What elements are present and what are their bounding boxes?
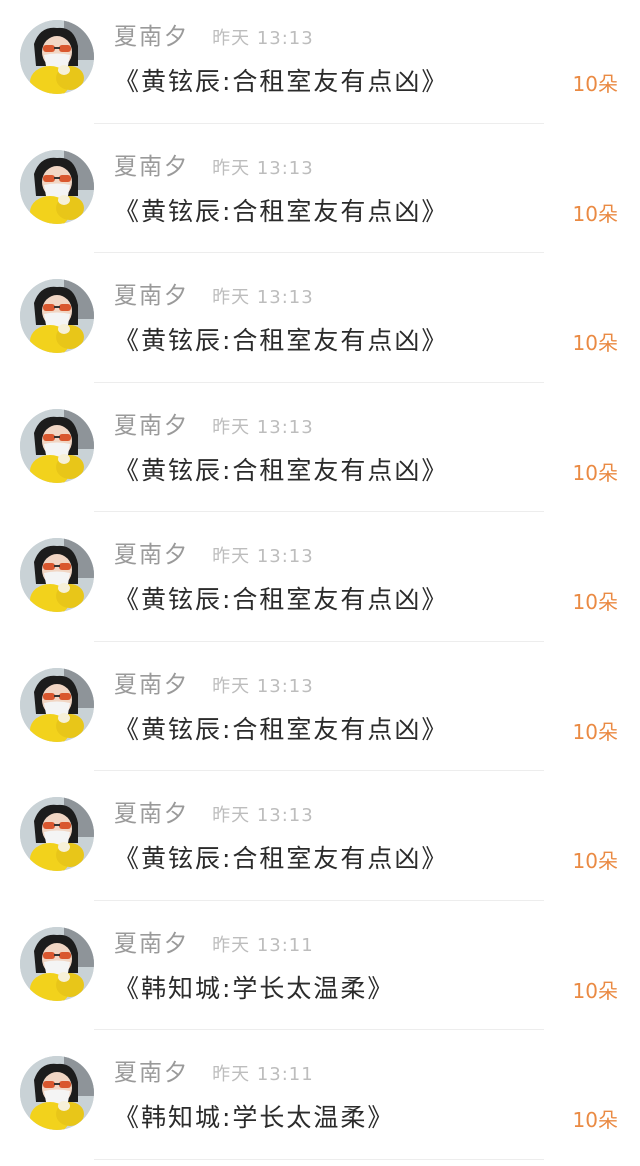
user-avatar-icon — [20, 1056, 94, 1130]
user-avatar-icon — [20, 538, 94, 612]
sender-name[interactable]: 夏南夕 — [114, 154, 189, 180]
user-avatar-icon — [20, 926, 94, 1001]
gift-record-list: 夏南夕 昨天 13:13 《黄铉辰:合租室友有点凶》 10朵 夏南夕 昨天 13… — [0, 0, 640, 1166]
avatar[interactable] — [20, 20, 94, 94]
avatar[interactable] — [20, 538, 94, 612]
flower-count: 10朵 — [572, 72, 618, 96]
flower-count: 10朵 — [572, 719, 618, 744]
divider — [94, 252, 544, 253]
divider — [94, 899, 544, 901]
list-item[interactable]: 夏南夕 昨天 13:11 《韩知城:学长太温柔》 10朵 — [0, 907, 640, 1037]
item-meta: 夏南夕 昨天 13:13 — [114, 281, 314, 311]
sender-name[interactable]: 夏南夕 — [114, 542, 189, 568]
timestamp: 昨天 13:11 — [212, 934, 314, 956]
flower-count: 10朵 — [572, 460, 618, 485]
item-meta: 夏南夕 昨天 13:11 — [114, 929, 314, 959]
flower-count: 10朵 — [572, 1108, 618, 1132]
item-meta: 夏南夕 昨天 13:11 — [114, 1058, 314, 1088]
divider — [94, 122, 544, 124]
sender-name[interactable]: 夏南夕 — [114, 1060, 189, 1086]
item-title[interactable]: 《黄铉辰:合租室友有点凶》 — [114, 841, 448, 877]
flower-count: 10朵 — [572, 590, 618, 614]
timestamp: 昨天 13:13 — [212, 157, 314, 179]
item-title[interactable]: 《黄铉辰:合租室友有点凶》 — [114, 64, 448, 100]
item-title[interactable]: 《黄铉辰:合租室友有点凶》 — [114, 453, 448, 489]
list-item[interactable]: 夏南夕 昨天 13:13 《黄铉辰:合租室友有点凶》 10朵 — [0, 259, 640, 389]
list-item[interactable]: 夏南夕 昨天 13:13 《黄铉辰:合租室友有点凶》 10朵 — [0, 389, 640, 519]
user-avatar-icon — [20, 667, 94, 742]
timestamp: 昨天 13:11 — [212, 1064, 314, 1085]
flower-count: 10朵 — [572, 978, 618, 1003]
sender-name[interactable]: 夏南夕 — [114, 283, 189, 309]
item-title[interactable]: 《黄铉辰:合租室友有点凶》 — [114, 323, 448, 359]
item-title[interactable]: 《黄铉辰:合租室友有点凶》 — [114, 582, 448, 618]
sender-name[interactable]: 夏南夕 — [114, 413, 189, 439]
user-avatar-icon — [20, 408, 94, 483]
item-meta: 夏南夕 昨天 13:13 — [114, 799, 314, 829]
divider — [94, 381, 544, 383]
timestamp: 昨天 13:13 — [212, 675, 314, 697]
user-avatar-icon — [20, 279, 94, 353]
timestamp: 昨天 13:13 — [212, 546, 314, 567]
sender-name[interactable]: 夏南夕 — [114, 801, 189, 827]
item-title[interactable]: 《黄铉辰:合租室友有点凶》 — [114, 194, 448, 230]
list-item[interactable]: 夏南夕 昨天 13:13 《黄铉辰:合租室友有点凶》 10朵 — [0, 130, 640, 260]
timestamp: 昨天 13:13 — [212, 416, 314, 438]
divider — [94, 511, 544, 512]
list-item[interactable]: 夏南夕 昨天 13:13 《黄铉辰:合租室友有点凶》 10朵 — [0, 0, 640, 130]
item-meta: 夏南夕 昨天 13:13 — [114, 540, 314, 570]
flower-count: 10朵 — [572, 331, 618, 355]
user-avatar-icon — [20, 149, 94, 224]
timestamp: 昨天 13:13 — [212, 28, 314, 49]
sender-name[interactable]: 夏南夕 — [114, 672, 189, 698]
divider — [94, 640, 544, 642]
flower-count: 10朵 — [572, 849, 618, 873]
item-title[interactable]: 《黄铉辰:合租室友有点凶》 — [114, 712, 448, 748]
list-item[interactable]: 夏南夕 昨天 13:13 《黄铉辰:合租室友有点凶》 10朵 — [0, 518, 640, 648]
item-meta: 夏南夕 昨天 13:13 — [114, 152, 314, 182]
avatar[interactable] — [20, 667, 94, 742]
divider — [94, 1029, 544, 1030]
item-title[interactable]: 《韩知城:学长太温柔》 — [114, 971, 394, 1007]
item-meta: 夏南夕 昨天 13:13 — [114, 22, 314, 52]
user-avatar-icon — [20, 20, 94, 94]
timestamp: 昨天 13:13 — [212, 287, 314, 308]
avatar[interactable] — [20, 408, 94, 483]
list-item[interactable]: 夏南夕 昨天 13:13 《黄铉辰:合租室友有点凶》 10朵 — [0, 648, 640, 778]
avatar[interactable] — [20, 1056, 94, 1130]
item-meta: 夏南夕 昨天 13:13 — [114, 670, 314, 700]
list-item[interactable]: 夏南夕 昨天 13:13 《黄铉辰:合租室友有点凶》 10朵 — [0, 777, 640, 907]
item-meta: 夏南夕 昨天 13:13 — [114, 411, 314, 441]
avatar[interactable] — [20, 149, 94, 224]
sender-name[interactable]: 夏南夕 — [114, 24, 189, 50]
flower-count: 10朵 — [572, 201, 618, 226]
sender-name[interactable]: 夏南夕 — [114, 931, 189, 957]
avatar[interactable] — [20, 926, 94, 1001]
list-item[interactable]: 夏南夕 昨天 13:11 《韩知城:学长太温柔》 10朵 — [0, 1036, 640, 1166]
divider — [94, 770, 544, 771]
item-title[interactable]: 《韩知城:学长太温柔》 — [114, 1100, 394, 1136]
avatar[interactable] — [20, 279, 94, 353]
timestamp: 昨天 13:13 — [212, 805, 314, 826]
user-avatar-icon — [20, 797, 94, 871]
avatar[interactable] — [20, 797, 94, 871]
